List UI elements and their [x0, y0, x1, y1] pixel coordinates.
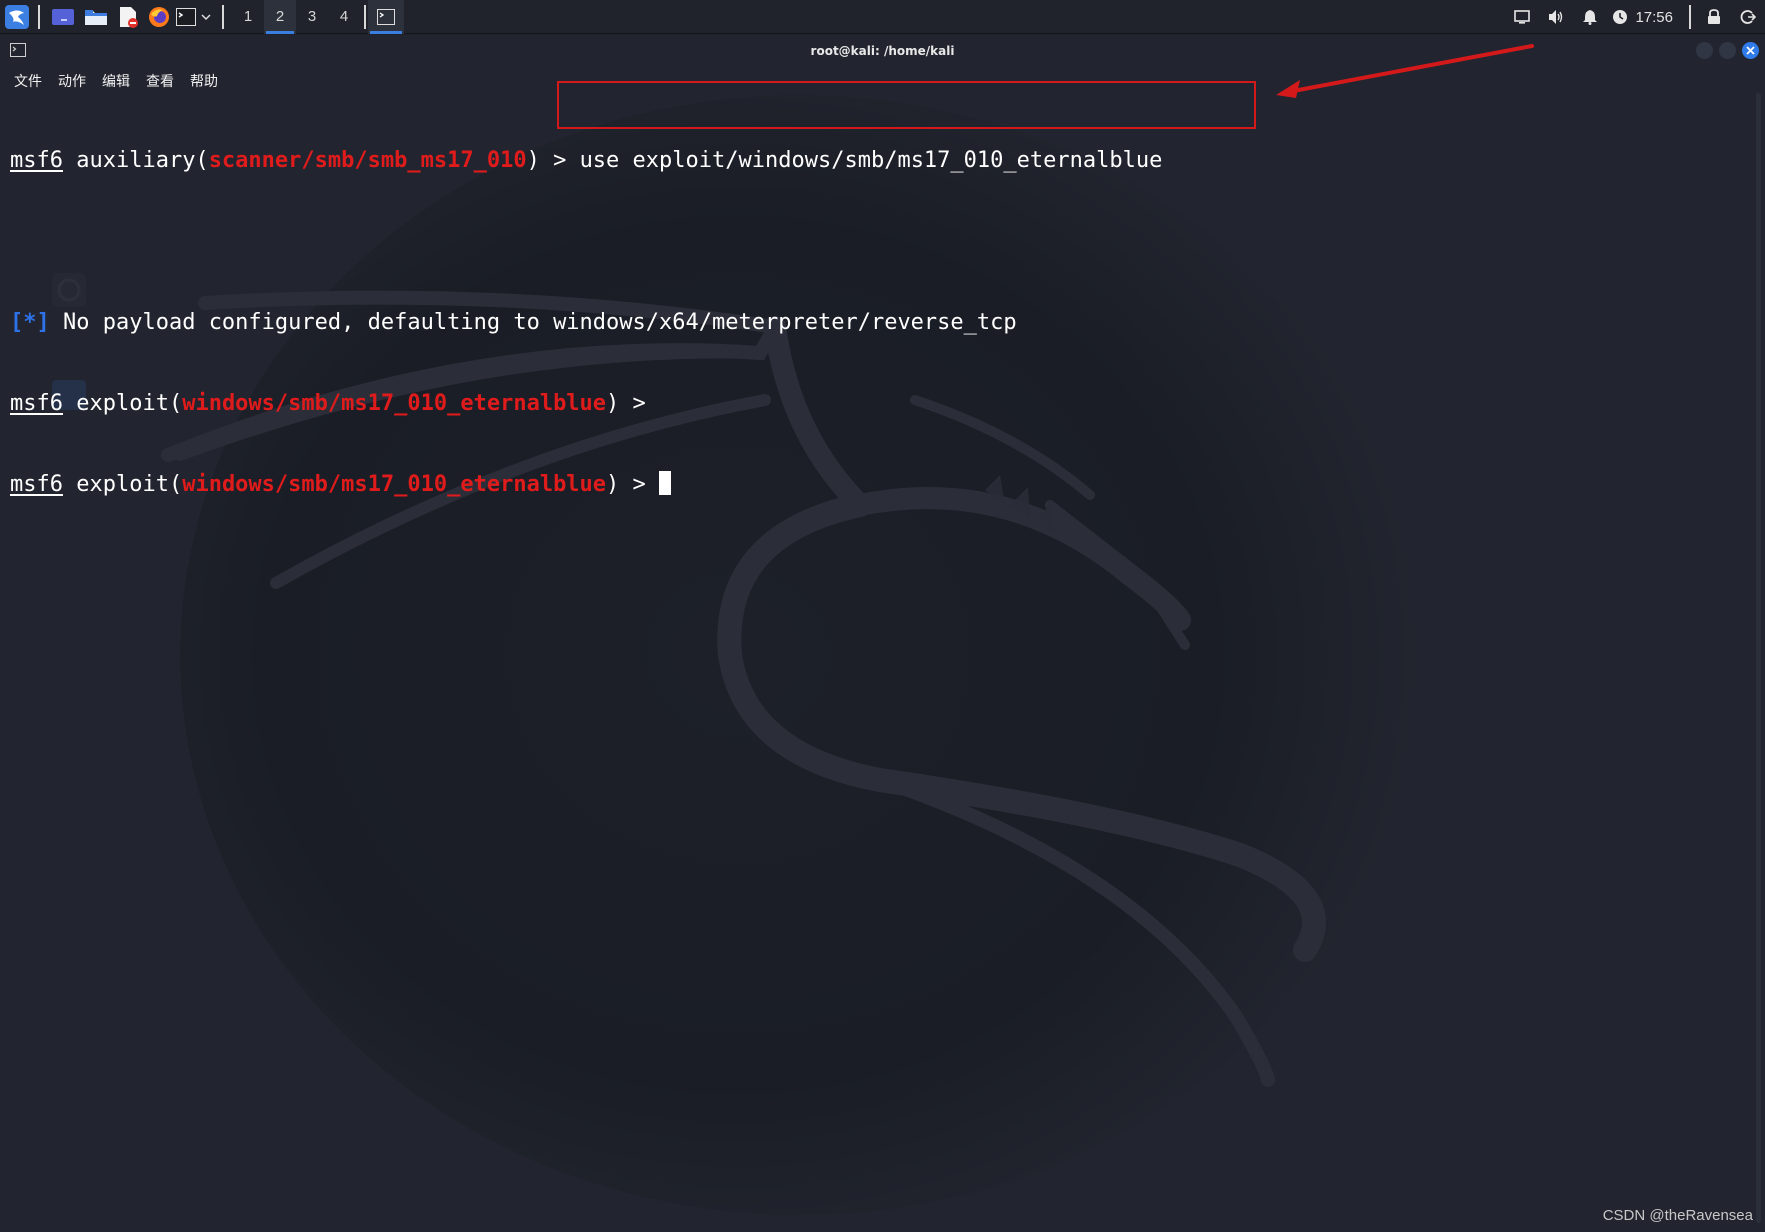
- volume-icon[interactable]: [1539, 0, 1573, 34]
- module-type: exploit(: [62, 391, 183, 416]
- typed-command: use exploit/windows/smb/ms17_010_eternal…: [579, 148, 1163, 173]
- folder-icon[interactable]: [80, 0, 112, 34]
- module-path: windows/smb/ms17_010_eternalblue: [182, 472, 607, 497]
- workspace-4[interactable]: 4: [328, 0, 360, 34]
- terminal-icon: [377, 8, 395, 25]
- firefox-icon[interactable]: [144, 0, 174, 34]
- minimize-button[interactable]: [1696, 42, 1713, 59]
- annotation-highlight-box: [557, 81, 1256, 129]
- top-panel: 1 2 3 4 17:56: [0, 0, 1765, 34]
- logout-icon[interactable]: [1731, 0, 1765, 34]
- terminal-window: root@kali: /home/kali 文件 动作 编辑 查看 帮助 msf…: [0, 35, 1765, 1232]
- desktop-icon[interactable]: [46, 0, 80, 34]
- info-message: No payload configured, defaulting to win…: [49, 310, 1017, 335]
- separator: [1689, 5, 1691, 29]
- menu-file[interactable]: 文件: [6, 71, 50, 91]
- clock-icon: [1607, 0, 1633, 34]
- prompt-close: ) >: [606, 391, 646, 416]
- separator: [222, 4, 224, 29]
- lock-icon[interactable]: [1697, 0, 1731, 34]
- menu-bar: 文件 动作 编辑 查看 帮助: [6, 67, 226, 95]
- menu-help[interactable]: 帮助: [182, 71, 226, 91]
- bell-icon[interactable]: [1573, 0, 1607, 34]
- menu-edit[interactable]: 编辑: [94, 71, 138, 91]
- terminal-line: msf6 auxiliary(scanner/smb/smb_ms17_010)…: [10, 147, 1745, 174]
- annotation-arrow-icon: [1276, 44, 1534, 98]
- msf-prompt: msf6: [10, 391, 63, 416]
- workspace-3[interactable]: 3: [296, 0, 328, 34]
- msf-prompt: msf6: [10, 148, 63, 173]
- screen: 1 2 3 4 17:56 root@kali: /home/kali 文件 动…: [0, 0, 1765, 1232]
- menu-view[interactable]: 查看: [138, 71, 182, 91]
- info-marker: [*]: [10, 310, 50, 335]
- terminal-output[interactable]: msf6 auxiliary(scanner/smb/smb_ms17_010)…: [10, 93, 1745, 552]
- window-title: root@kali: /home/kali: [810, 44, 955, 58]
- separator: [364, 4, 366, 29]
- menu-actions[interactable]: 动作: [50, 71, 94, 91]
- close-icon: [1746, 46, 1755, 55]
- kali-menu-icon[interactable]: [0, 0, 34, 34]
- module-path: scanner/smb/smb_ms17_010: [208, 148, 527, 173]
- prompt-close: ) >: [606, 472, 660, 497]
- close-button[interactable]: [1742, 42, 1759, 59]
- workspace-2[interactable]: 2: [264, 0, 296, 34]
- prompt-close: ) >: [526, 148, 580, 173]
- text-cursor: [659, 471, 672, 495]
- msf-prompt: msf6: [10, 472, 63, 497]
- terminal-icon: [10, 43, 26, 57]
- terminal-line: msf6 exploit(windows/smb/ms17_010_eterna…: [10, 471, 1745, 498]
- watermark: CSDN @theRavensea: [1602, 1207, 1753, 1224]
- display-icon[interactable]: [1505, 0, 1539, 34]
- maximize-button[interactable]: [1719, 42, 1736, 59]
- scrollbar[interactable]: [1756, 93, 1761, 1223]
- module-type: auxiliary(: [62, 148, 209, 173]
- clock[interactable]: 17:56: [1633, 9, 1683, 26]
- terminal-line: [*] No payload configured, defaulting to…: [10, 309, 1745, 336]
- terminal-line: msf6 exploit(windows/smb/ms17_010_eterna…: [10, 390, 1745, 417]
- module-path: windows/smb/ms17_010_eternalblue: [182, 391, 607, 416]
- workspace-1[interactable]: 1: [232, 0, 264, 34]
- module-type: exploit(: [62, 472, 183, 497]
- text-editor-icon[interactable]: [112, 0, 144, 34]
- chevron-down-icon[interactable]: [198, 0, 214, 34]
- terminal-icon[interactable]: [174, 0, 198, 34]
- separator: [38, 4, 40, 29]
- taskbar-terminal-window[interactable]: [368, 0, 404, 34]
